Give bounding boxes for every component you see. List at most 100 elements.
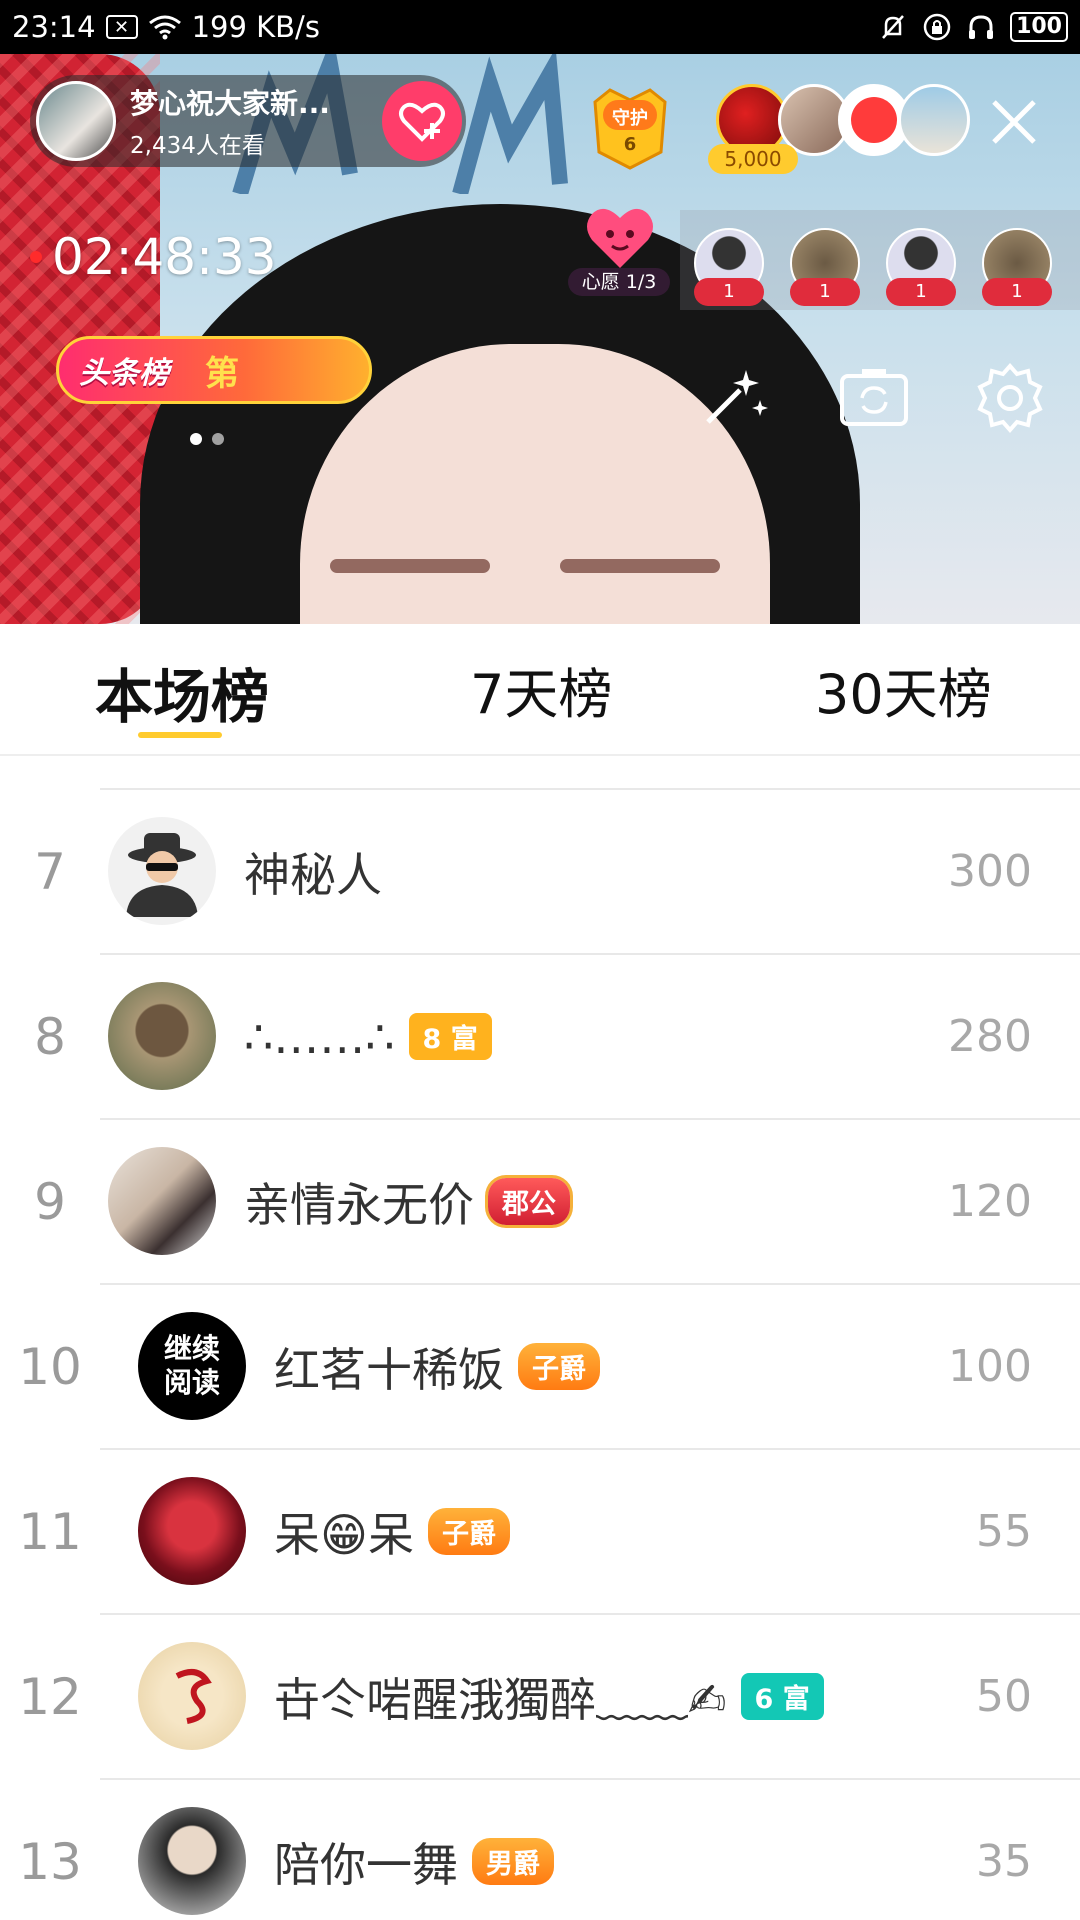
user-score: 120 — [948, 1176, 1032, 1227]
rank-number: 9 — [34, 1172, 66, 1231]
user-name: 呆😁呆 — [274, 1507, 414, 1562]
lock-rotation-icon — [923, 13, 951, 41]
timer-text: 02:48:33 — [52, 228, 277, 286]
top-viewer-avatar[interactable] — [898, 84, 970, 156]
headline-rank: 第 — [205, 353, 239, 394]
user-name: 卋仒啱醒涐獨醉﹏﹏✍ — [274, 1672, 727, 1727]
user-name: 亲情永无价 — [244, 1177, 474, 1232]
noble-title-badge: 子爵 — [518, 1343, 600, 1390]
wealth-level-badge: 6 富 — [740, 1673, 824, 1720]
viewer-count: 2,434人在看 — [130, 133, 265, 159]
flip-camera-icon[interactable] — [836, 360, 912, 436]
table-row[interactable]: 7 神秘人 300 — [34, 788, 1080, 953]
live-video[interactable]: 梦心祝大家新... 2,434人在看 守护 6 5,000 02:48:33 心… — [0, 54, 1080, 624]
user-name-row: 呆😁呆 子爵 — [274, 1450, 510, 1613]
user-score: 55 — [976, 1506, 1032, 1557]
list-item-partial — [100, 758, 1080, 788]
user-name-row: 卋仒啱醒涐獨醉﹏﹏✍ 6 富 — [274, 1615, 824, 1778]
headline-title: 头条榜 — [79, 356, 169, 391]
user-name: 神秘人 — [244, 847, 382, 902]
follow-button[interactable] — [382, 81, 462, 161]
noble-title-badge: 子爵 — [427, 1508, 510, 1555]
live-timer: 02:48:33 — [30, 228, 277, 286]
gift-count: 1 — [982, 278, 1052, 306]
tab-30-days[interactable]: 30天榜 — [815, 650, 992, 729]
page-dot — [190, 433, 202, 445]
heart-plus-icon — [399, 102, 445, 142]
user-score: 50 — [976, 1671, 1032, 1722]
streamer-brow-right — [560, 559, 720, 573]
recording-dot-icon — [30, 251, 42, 263]
table-row[interactable]: 11 呆😁呆 子爵 55 — [18, 1448, 1080, 1613]
status-bar: 23:14 ✕ 199 KB/s 100 — [0, 0, 1080, 54]
noble-title-badge: 郡公 — [488, 1178, 570, 1225]
table-row[interactable]: 9 亲情永无价 郡公 120 — [34, 1118, 1080, 1283]
battery-icon: 100 — [1010, 12, 1068, 42]
table-row[interactable]: 10 继续 阅读 红茗十稀饭 子爵 100 — [18, 1283, 1080, 1448]
user-name-row: 陪你一舞 男爵 — [274, 1780, 554, 1920]
anchor-name: 梦心祝大家新... — [130, 87, 330, 120]
close-icon[interactable] — [988, 96, 1040, 148]
avatar[interactable] — [138, 1642, 246, 1750]
avatar[interactable] — [138, 1477, 246, 1585]
page-indicator — [190, 433, 224, 445]
bell-muted-icon — [882, 15, 904, 39]
user-score: 280 — [948, 1011, 1032, 1062]
rank-number: 13 — [18, 1832, 82, 1891]
top-viewer-score: 5,000 — [708, 144, 798, 174]
settings-gear-icon[interactable] — [972, 360, 1048, 436]
wish-widget[interactable]: 心愿 1/3 — [568, 202, 670, 298]
rank-number: 7 — [34, 842, 66, 901]
avatar[interactable] — [108, 1147, 216, 1255]
rank-number: 12 — [18, 1667, 82, 1726]
gift-count: 1 — [694, 278, 764, 306]
ranking-tabs: 本场榜 7天榜 30天榜 — [0, 624, 1080, 756]
status-time: 23:14 — [12, 10, 96, 44]
gift-contributors[interactable]: 1 1 1 1 — [680, 210, 1080, 310]
guard-badge[interactable]: 守护 6 — [585, 82, 675, 172]
rank-number: 10 — [18, 1337, 82, 1396]
avatar[interactable] — [108, 817, 216, 925]
beauty-wand-icon[interactable] — [694, 360, 770, 436]
user-score: 100 — [948, 1341, 1032, 1392]
network-speed: 199 KB/s — [191, 10, 320, 44]
calligraphy-logo-icon — [175, 1669, 212, 1724]
avatar-text: 继续 阅读 — [163, 1332, 220, 1399]
tab-7-days[interactable]: 7天榜 — [470, 650, 612, 729]
headline-ranking-badge[interactable]: 头条榜 第 — [56, 336, 372, 404]
rank-number: 11 — [18, 1502, 82, 1561]
guard-count: 6 — [623, 134, 637, 155]
user-name: ∴……∴ — [244, 1009, 395, 1064]
user-name-row: ∴……∴ 8 富 — [244, 955, 492, 1118]
anchor-info-pill[interactable]: 梦心祝大家新... 2,434人在看 — [30, 75, 466, 167]
gift-count: 1 — [790, 278, 860, 306]
table-row[interactable]: 8 ∴……∴ 8 富 280 — [34, 953, 1080, 1118]
guard-label: 守护 — [612, 108, 648, 129]
user-name: 陪你一舞 — [274, 1837, 458, 1892]
user-name-row: 红茗十稀饭 子爵 — [274, 1285, 600, 1448]
user-name: 红茗十稀饭 — [274, 1342, 504, 1397]
rank-number: 8 — [34, 1007, 66, 1066]
page-dot — [212, 433, 224, 445]
gift-count: 1 — [886, 278, 956, 306]
heart-face-icon — [587, 208, 653, 268]
ranking-panel: 本场榜 7天榜 30天榜 7 神秘人 300 8 ∴……∴ 8 富 280 9 … — [0, 624, 1080, 1920]
table-row[interactable]: 12 卋仒啱醒涐獨醉﹏﹏✍ 6 富 50 — [18, 1613, 1080, 1778]
mystery-man-icon — [126, 833, 198, 917]
wifi-icon — [148, 15, 181, 40]
wish-label: 心愿 1/3 — [568, 268, 670, 296]
headphones-icon — [969, 15, 994, 39]
avatar[interactable] — [108, 982, 216, 1090]
tab-current-session[interactable]: 本场榜 — [95, 650, 269, 734]
user-score: 35 — [976, 1836, 1032, 1887]
avatar[interactable] — [138, 1807, 246, 1915]
wealth-level-badge: 8 富 — [408, 1013, 492, 1060]
user-name-row: 亲情永无价 郡公 — [244, 1120, 570, 1283]
user-score: 300 — [948, 846, 1032, 897]
notification-x-icon: ✕ — [105, 15, 138, 39]
avatar[interactable]: 继续 阅读 — [138, 1312, 246, 1420]
anchor-avatar[interactable] — [36, 81, 116, 161]
ranking-list[interactable]: 7 神秘人 300 8 ∴……∴ 8 富 280 9 亲情永无价 郡公 120 … — [0, 758, 1080, 1920]
noble-title-badge: 男爵 — [472, 1838, 554, 1885]
table-row[interactable]: 13 陪你一舞 男爵 35 — [18, 1778, 1080, 1920]
